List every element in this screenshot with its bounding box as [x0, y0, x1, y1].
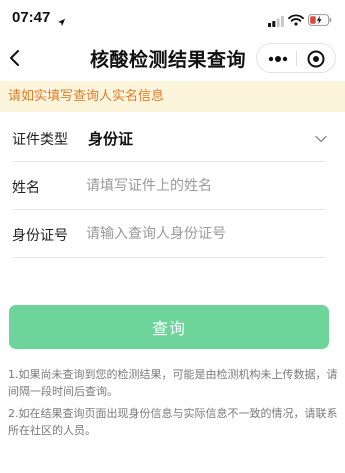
id-type-label: 证件类型: [12, 132, 68, 148]
id-number-label: 身份证号: [12, 228, 68, 244]
more-dots-icon[interactable]: [263, 48, 293, 70]
status-bar: 07:47: [0, 0, 345, 36]
tip-text: 1.如果尚未查询到您的检测结果，可能是由检测机构未上传数据，请间隔一段时间后查询…: [8, 368, 338, 398]
query-button[interactable]: 查询: [9, 305, 329, 349]
id-number-input[interactable]: [86, 219, 316, 249]
name-label: 姓名: [12, 180, 40, 196]
status-time: 07:47: [12, 9, 51, 26]
id-number-row: 身份证号: [12, 211, 326, 258]
notice-banner: 请如实填写查询人实名信息: [0, 81, 345, 112]
name-input[interactable]: [86, 171, 316, 201]
battery-charging-icon: [308, 11, 332, 30]
mini-program-capsule: [256, 43, 336, 73]
nav-bar: 核酸检测结果查询: [0, 36, 345, 80]
capsule-divider: [296, 51, 297, 66]
name-row: 姓名: [12, 163, 326, 210]
page-title: 核酸检测结果查询: [90, 49, 247, 71]
id-type-select[interactable]: 证件类型 身份证: [12, 115, 328, 162]
back-arrow-icon[interactable]: [2, 44, 30, 72]
target-circle-icon[interactable]: [304, 48, 328, 70]
location-arrow-icon: [57, 12, 66, 31]
signal-icon: [268, 12, 284, 31]
tip-text: 2.如在结果查询页面出现身份信息与实际信息不一致的情况，请联系所在社区的人员。: [8, 407, 338, 437]
id-type-value: 身份证: [88, 130, 134, 148]
wifi-icon: [288, 11, 304, 30]
chevron-down-icon: [314, 131, 328, 145]
